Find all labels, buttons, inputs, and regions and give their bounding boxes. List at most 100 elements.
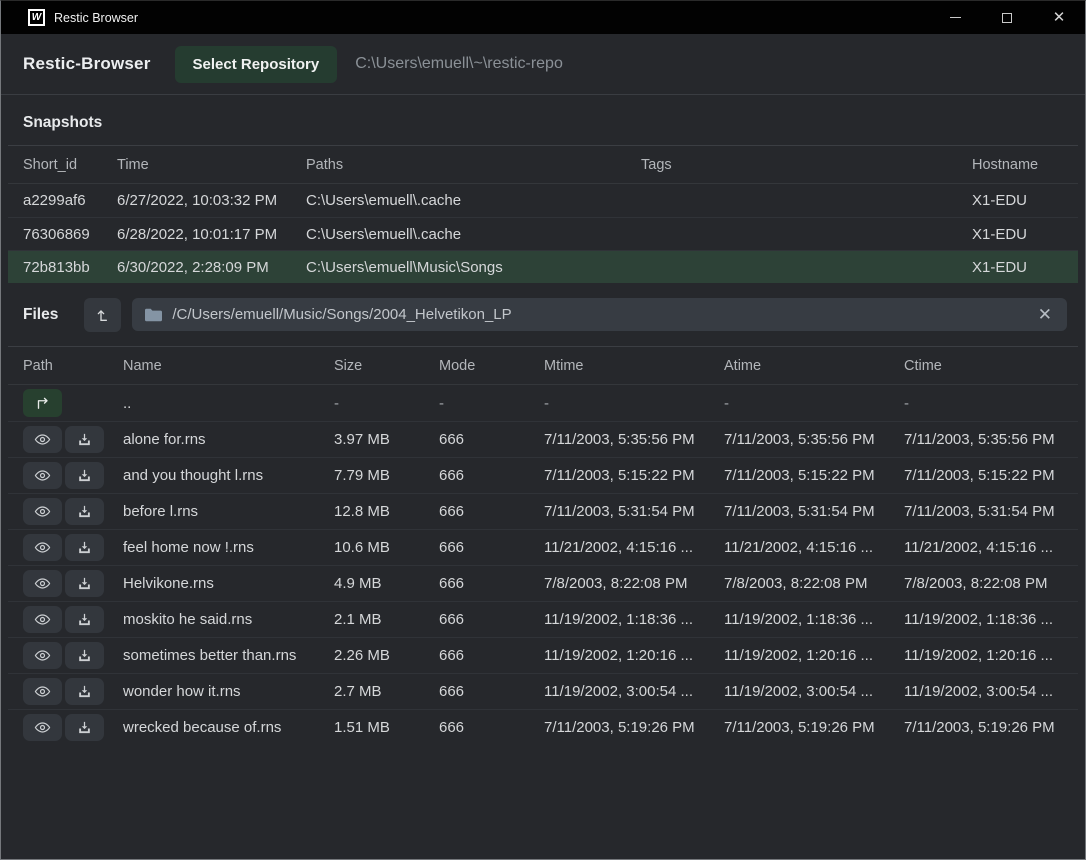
eye-icon	[34, 539, 51, 556]
file-size: 2.26 MB	[334, 647, 439, 664]
file-name: and you thought l.rns	[123, 467, 334, 484]
download-file-button[interactable]	[65, 498, 104, 525]
download-icon	[77, 468, 92, 483]
preview-file-button[interactable]	[23, 570, 62, 597]
file-atime: 11/19/2002, 1:20:16 ...	[724, 647, 904, 664]
minimize-button[interactable]	[929, 1, 981, 34]
file-atime: 7/11/2003, 5:15:22 PM	[724, 467, 904, 484]
parent-directory-icon	[34, 396, 52, 410]
preview-file-button[interactable]	[23, 534, 62, 561]
download-file-button[interactable]	[65, 426, 104, 453]
file-mtime: 7/11/2003, 5:31:54 PM	[544, 503, 724, 520]
column-time[interactable]: Time	[117, 157, 306, 173]
preview-file-button[interactable]	[23, 498, 62, 525]
preview-file-button[interactable]	[23, 606, 62, 633]
column-name[interactable]: Name	[123, 358, 334, 374]
download-file-button[interactable]	[65, 534, 104, 561]
snapshot-paths: C:\Users\emuell\Music\Songs	[306, 259, 641, 276]
file-name: wonder how it.rns	[123, 683, 334, 700]
file-size: 3.97 MB	[334, 431, 439, 448]
minimize-icon	[950, 17, 961, 18]
download-file-button[interactable]	[65, 462, 104, 489]
file-row: Helvikone.rns 4.9 MB 666 7/8/2003, 8:22:…	[8, 565, 1078, 601]
file-mode: 666	[439, 611, 544, 628]
download-file-button[interactable]	[65, 606, 104, 633]
file-mode: 666	[439, 683, 544, 700]
snapshot-short-id: 72b813bb	[23, 259, 117, 276]
repository-toolbar: Restic-Browser Select Repository C:\User…	[1, 34, 1085, 95]
current-path-text: /C/Users/emuell/Music/Songs/2004_Helveti…	[172, 306, 511, 323]
snapshot-row[interactable]: a2299af6 6/27/2022, 10:03:32 PM C:\Users…	[8, 184, 1078, 217]
go-to-parent-button[interactable]	[23, 389, 62, 417]
window-title: Restic Browser	[54, 11, 138, 25]
eye-icon	[34, 503, 51, 520]
file-size: 2.7 MB	[334, 683, 439, 700]
file-mode: 666	[439, 431, 544, 448]
files-table-body: .. - - - - - alone for.rns 3.97 MB 666 7…	[8, 385, 1078, 745]
download-icon	[77, 612, 92, 627]
file-mtime: 7/8/2003, 8:22:08 PM	[544, 575, 724, 592]
eye-icon	[34, 467, 51, 484]
wails-logo-icon: W	[28, 9, 45, 26]
download-icon	[77, 540, 92, 555]
snapshots-heading: Snapshots	[1, 95, 1085, 145]
preview-file-button[interactable]	[23, 678, 62, 705]
file-name: Helvikone.rns	[123, 575, 334, 592]
file-atime: -	[724, 395, 904, 412]
eye-icon	[34, 683, 51, 700]
preview-file-button[interactable]	[23, 462, 62, 489]
download-file-button[interactable]	[65, 570, 104, 597]
maximize-button[interactable]	[981, 1, 1033, 34]
preview-file-button[interactable]	[23, 642, 62, 669]
file-size: 12.8 MB	[334, 503, 439, 520]
file-mtime: 11/21/2002, 4:15:16 ...	[544, 539, 724, 556]
download-file-button[interactable]	[65, 642, 104, 669]
file-mode: 666	[439, 575, 544, 592]
file-row: feel home now !.rns 10.6 MB 666 11/21/20…	[8, 529, 1078, 565]
column-mode[interactable]: Mode	[439, 358, 544, 374]
file-ctime: 11/19/2002, 3:00:54 ...	[904, 683, 1070, 700]
download-icon	[77, 432, 92, 447]
preview-file-button[interactable]	[23, 426, 62, 453]
go-to-root-button[interactable]	[84, 298, 121, 332]
file-size: -	[334, 395, 439, 412]
column-ctime[interactable]: Ctime	[904, 358, 1070, 374]
column-tags[interactable]: Tags	[641, 157, 972, 173]
column-paths[interactable]: Paths	[306, 157, 641, 173]
snapshot-row[interactable]: 72b813bb 6/30/2022, 2:28:09 PM C:\Users\…	[8, 250, 1078, 283]
snapshot-time: 6/30/2022, 2:28:09 PM	[117, 259, 306, 276]
select-repository-button[interactable]: Select Repository	[175, 46, 338, 83]
snapshot-row[interactable]: 76306869 6/28/2022, 10:01:17 PM C:\Users…	[8, 217, 1078, 250]
file-name: alone for.rns	[123, 431, 334, 448]
column-size[interactable]: Size	[334, 358, 439, 374]
current-path-bar[interactable]: /C/Users/emuell/Music/Songs/2004_Helveti…	[132, 298, 1067, 331]
parent-directory-row: .. - - - - -	[8, 385, 1078, 421]
file-name: before l.rns	[123, 503, 334, 520]
column-hostname[interactable]: Hostname	[972, 157, 1070, 173]
file-atime: 11/21/2002, 4:15:16 ...	[724, 539, 904, 556]
file-size: 4.9 MB	[334, 575, 439, 592]
file-mtime: -	[544, 395, 724, 412]
download-icon	[77, 684, 92, 699]
snapshot-time: 6/28/2022, 10:01:17 PM	[117, 226, 306, 243]
file-atime: 7/11/2003, 5:35:56 PM	[724, 431, 904, 448]
file-row: wonder how it.rns 2.7 MB 666 11/19/2002,…	[8, 673, 1078, 709]
snapshots-table: Short_id Time Paths Tags Hostname a2299a…	[8, 145, 1078, 283]
column-atime[interactable]: Atime	[724, 358, 904, 374]
column-short-id[interactable]: Short_id	[23, 157, 117, 173]
file-mode: 666	[439, 467, 544, 484]
file-mode: 666	[439, 503, 544, 520]
file-row: alone for.rns 3.97 MB 666 7/11/2003, 5:3…	[8, 421, 1078, 457]
preview-file-button[interactable]	[23, 714, 62, 741]
file-name: ..	[123, 395, 334, 412]
download-file-button[interactable]	[65, 714, 104, 741]
close-button[interactable]: ✕	[1033, 1, 1085, 34]
file-mtime: 7/11/2003, 5:19:26 PM	[544, 719, 724, 736]
file-mode: 666	[439, 539, 544, 556]
file-size: 1.51 MB	[334, 719, 439, 736]
file-atime: 7/8/2003, 8:22:08 PM	[724, 575, 904, 592]
download-file-button[interactable]	[65, 678, 104, 705]
column-mtime[interactable]: Mtime	[544, 358, 724, 374]
column-path[interactable]: Path	[23, 358, 123, 374]
clear-path-button[interactable]: ✕	[1036, 305, 1054, 325]
